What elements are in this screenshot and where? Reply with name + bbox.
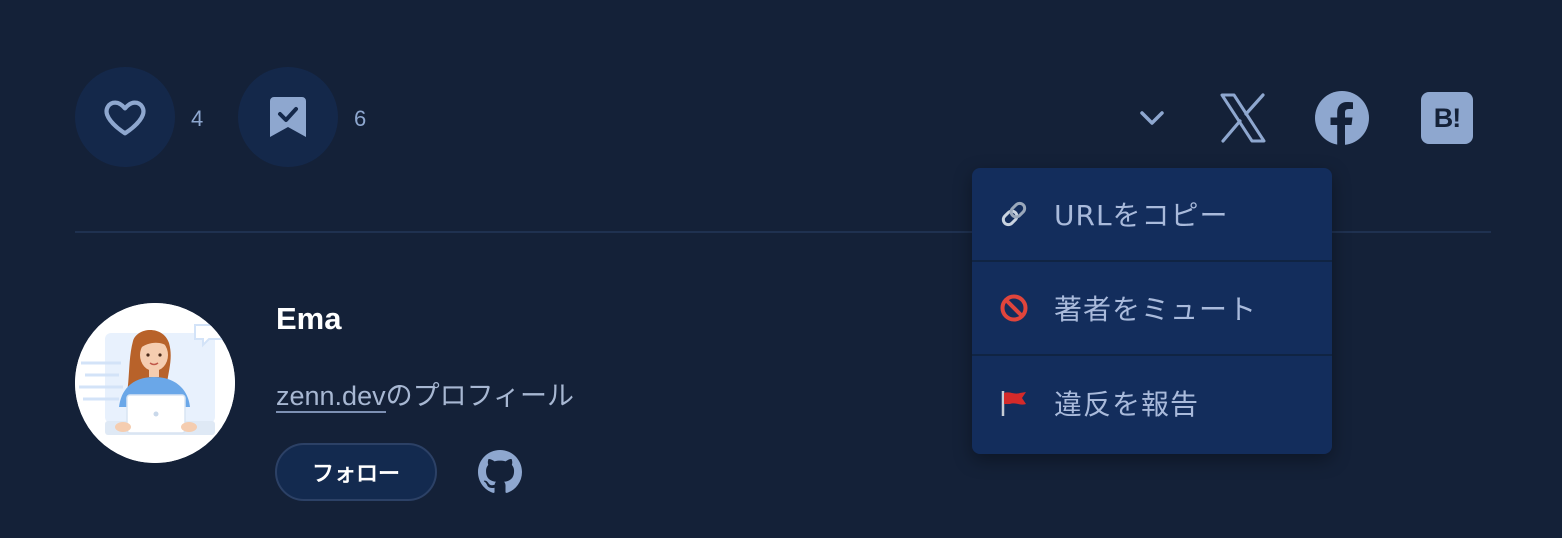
like-button[interactable] <box>75 67 175 167</box>
menu-item-mute-author[interactable]: 著者をミュート <box>972 262 1332 356</box>
like-count: 4 <box>191 106 204 131</box>
more-share-button[interactable] <box>1134 100 1170 136</box>
facebook-icon <box>1315 91 1369 145</box>
menu-item-label: 著者をミュート <box>1054 293 1258 326</box>
profile-link[interactable]: zenn.dev <box>276 381 386 413</box>
profile-suffix: のプロフィール <box>385 381 575 412</box>
profile-line: zenn.devのプロフィール <box>276 374 574 413</box>
hatena-bookmark-icon: B! <box>1433 102 1461 133</box>
no-entry-icon <box>998 292 1030 324</box>
bookmark-check-icon <box>270 97 306 137</box>
bookmark-count: 6 <box>354 106 367 131</box>
avatar-illustration <box>75 303 235 463</box>
share-facebook-button[interactable] <box>1315 91 1369 145</box>
article-footer: 4 6 B! Ema zenn.devのプロフィール フォロー URLをコピー … <box>0 0 1562 538</box>
github-link[interactable] <box>478 450 522 494</box>
share-hatena-button[interactable]: B! <box>1421 92 1473 144</box>
author-name[interactable]: Ema <box>276 301 341 337</box>
menu-item-label: 違反を報告 <box>1054 388 1200 421</box>
chevron-down-icon <box>1140 111 1164 125</box>
share-x-button[interactable] <box>1219 93 1267 143</box>
menu-item-report[interactable]: 違反を報告 <box>972 356 1332 450</box>
link-icon <box>998 198 1030 230</box>
share-dropdown-menu: URLをコピー 著者をミュート 違反を報告 <box>972 168 1332 454</box>
heart-icon <box>104 100 146 136</box>
menu-item-copy-url[interactable]: URLをコピー <box>972 168 1332 262</box>
x-icon <box>1220 93 1266 143</box>
follow-button[interactable]: フォロー <box>275 443 437 501</box>
avatar[interactable] <box>75 303 235 463</box>
bookmark-button[interactable] <box>238 67 338 167</box>
github-icon <box>478 450 522 493</box>
menu-item-label: URLをコピー <box>1054 199 1229 232</box>
red-flag-icon <box>998 387 1030 419</box>
